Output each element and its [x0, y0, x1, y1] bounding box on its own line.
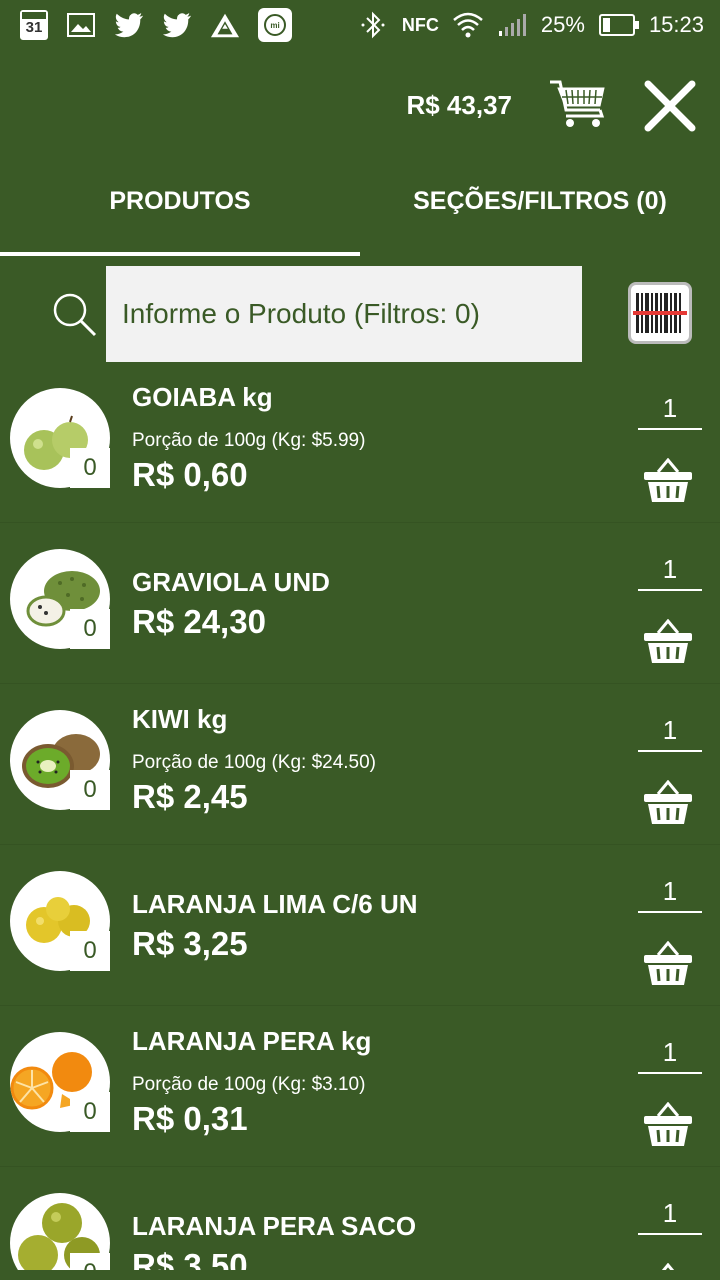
in-cart-count: 0	[70, 770, 110, 810]
product-price: R$ 24,30	[132, 603, 266, 640]
twitter-icon	[114, 10, 144, 40]
product-price: R$ 3,50	[132, 1247, 248, 1270]
app-header: R$ 43,37	[0, 60, 720, 150]
product-price: R$ 0,60	[132, 456, 248, 493]
battery-icon	[598, 14, 639, 36]
product-item[interactable]: 0 LARANJA LIMA C/6 UN R$ 3,25 1	[0, 845, 720, 1006]
product-price: R$ 3,25	[132, 925, 248, 962]
in-cart-count: 0	[70, 1092, 110, 1132]
product-portion: Porção de 100g (Kg: $5.99)	[132, 430, 366, 451]
nfc-indicator: NFC	[401, 14, 439, 35]
tab-produtos[interactable]: PRODUTOS	[0, 160, 360, 256]
quantity-input[interactable]: 1	[638, 390, 702, 430]
product-name: LARANJA LIMA C/6 UN	[132, 889, 418, 919]
product-name: LARANJA PERA SACO	[132, 1211, 417, 1241]
product-name: GOIABA kg	[132, 382, 273, 412]
add-to-basket-icon[interactable]	[642, 457, 694, 504]
quantity-input[interactable]: 1	[638, 551, 702, 591]
product-item[interactable]: 0 LARANJA PERA SACO R$ 3,50 1	[0, 1167, 720, 1270]
mi-label: mi	[264, 14, 286, 36]
tab-bar: PRODUTOS SEÇÕES/FILTROS (0)	[0, 160, 720, 256]
product-item[interactable]: 0 KIWI kg Porção de 100g (Kg: $24.50) R$…	[0, 684, 720, 845]
barcode-scanner-icon[interactable]	[628, 282, 692, 344]
bluetooth-icon	[358, 10, 388, 40]
in-cart-count: 0	[70, 609, 110, 649]
product-name: KIWI kg	[132, 704, 228, 734]
calendar-icon: 31	[20, 10, 48, 40]
quantity-input[interactable]: 1	[638, 712, 702, 752]
battery-percent: 25%	[540, 12, 585, 37]
add-to-basket-icon[interactable]	[642, 779, 694, 826]
in-cart-count: 0	[70, 1253, 110, 1270]
cart-icon[interactable]	[548, 76, 608, 132]
wifi-icon	[453, 10, 483, 40]
mi-app-icon: mi	[258, 8, 292, 42]
search-icon[interactable]	[50, 290, 100, 340]
product-portion: Porção de 100g (Kg: $24.50)	[132, 752, 377, 773]
clock: 15:23	[648, 12, 704, 37]
gallery-icon	[66, 10, 96, 40]
cart-total: R$ 43,37	[406, 90, 512, 120]
product-portion: Porção de 100g (Kg: $3.10)	[132, 1074, 366, 1095]
search-input[interactable]: Informe o Produto (Filtros: 0)	[106, 266, 582, 362]
tab-secoes-filtros[interactable]: SEÇÕES/FILTROS (0)	[360, 160, 720, 256]
quantity-input[interactable]: 1	[638, 873, 702, 913]
product-name: GRAVIOLA UND	[132, 567, 330, 597]
add-to-basket-icon[interactable]	[642, 1101, 694, 1148]
add-to-basket-icon[interactable]	[642, 940, 694, 987]
close-icon[interactable]	[642, 78, 698, 134]
twitter-icon	[162, 10, 192, 40]
signal-icon	[497, 10, 527, 40]
add-to-basket-icon[interactable]	[642, 1262, 694, 1270]
status-bar: 31 mi NFC 25% 15:23	[0, 0, 720, 50]
in-cart-count: 0	[70, 448, 110, 488]
search-row: Informe o Produto (Filtros: 0)	[0, 266, 720, 362]
quantity-input[interactable]: 1	[638, 1195, 702, 1235]
product-item[interactable]: 0 GOIABA kg Porção de 100g (Kg: $5.99) R…	[0, 362, 720, 523]
in-cart-count: 0	[70, 931, 110, 971]
product-price: R$ 0,31	[132, 1100, 248, 1137]
quantity-input[interactable]: 1	[638, 1034, 702, 1074]
product-name: LARANJA PERA kg	[132, 1026, 372, 1056]
product-item[interactable]: 0 GRAVIOLA UND R$ 24,30 1	[0, 523, 720, 684]
warning-triangle-icon	[210, 10, 240, 40]
add-to-basket-icon[interactable]	[642, 618, 694, 665]
product-list: 0 GOIABA kg Porção de 100g (Kg: $5.99) R…	[0, 362, 720, 1270]
product-price: R$ 2,45	[132, 778, 248, 815]
calendar-day: 31	[25, 19, 43, 36]
product-item[interactable]: 0 LARANJA PERA kg Porção de 100g (Kg: $3…	[0, 1006, 720, 1167]
